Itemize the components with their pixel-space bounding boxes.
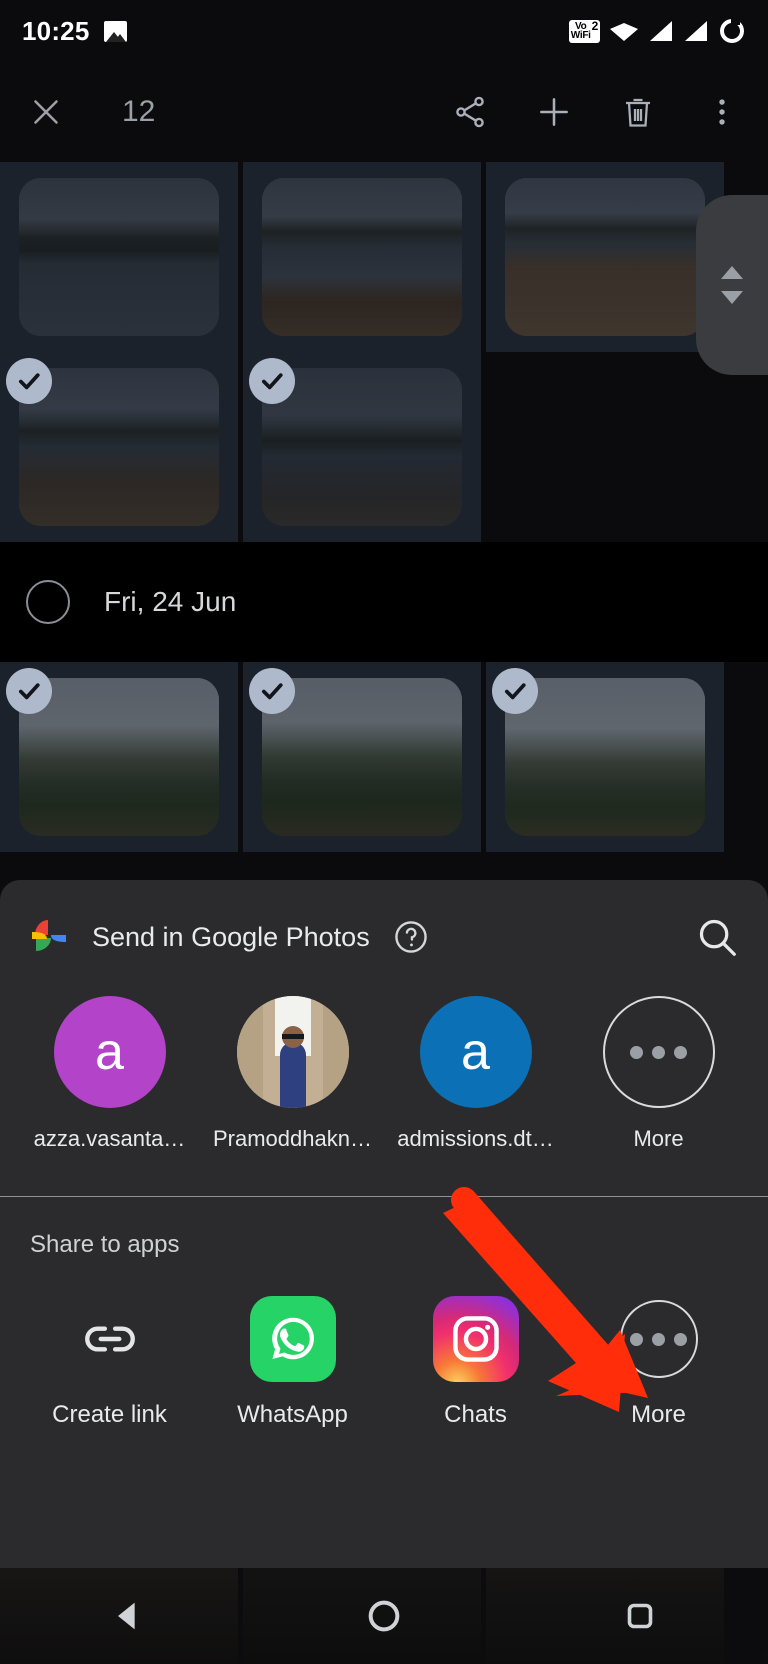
share-sheet-title: Send in Google Photos [92,921,370,952]
link-icon [64,1293,156,1385]
app-label: WhatsApp [237,1401,348,1428]
photo-thumbnail [505,178,705,336]
share-to-apps-more-button[interactable]: More [567,1293,750,1429]
selected-check-icon[interactable] [249,668,295,714]
plus-icon[interactable] [534,92,574,132]
share-sheet: Send in Google Photos a azza.vasanta… Pr… [0,880,768,1568]
battery-icon [720,17,744,43]
trash-icon[interactable] [618,92,658,132]
avatar-letter: a [461,1023,490,1081]
photo-tile[interactable] [0,162,238,352]
app-label: Create link [52,1401,167,1428]
contacts-more-button[interactable]: More [567,996,750,1152]
recents-square-icon[interactable] [594,1570,686,1662]
more-horizontal-icon [613,1293,705,1385]
photo-thumbnail [262,178,462,336]
status-clock: 10:25 [22,15,90,46]
contact-label: Pramoddhakn… [213,1126,372,1151]
photo-grid[interactable]: Fri, 24 Jun [0,162,768,852]
photo-tile[interactable] [486,162,724,352]
photo-tile-selected[interactable] [486,662,724,852]
avatar: a [419,996,532,1108]
contact-chip[interactable]: a azza.vasanta… [18,996,201,1152]
photo-tile[interactable] [243,162,481,352]
navigation-bar [0,1568,768,1664]
status-bar: 10:25 Vo WiFi 2 [0,0,768,62]
volte-sim: 2 [591,18,599,33]
share-to-apps-title: Share to apps [30,1231,180,1258]
share-sheet-header: Send in Google Photos [0,880,768,960]
photo-row [0,352,768,542]
date-header-label: Fri, 24 Jun [104,586,237,617]
selected-check-icon[interactable] [6,668,52,714]
signal-2-icon [685,21,707,41]
back-triangle-icon[interactable] [82,1570,174,1662]
create-link-button[interactable]: Create link [18,1293,201,1429]
volte-wifi-icon: Vo WiFi 2 [568,18,600,43]
avatar-letter: a [95,1023,124,1081]
selection-toolbar: 12 [0,62,768,162]
signal-1-icon [650,21,672,41]
avatar: a [53,996,166,1108]
volte-sub: WiFi [570,30,591,41]
chats-button[interactable]: Chats [384,1293,567,1429]
photo-tile-selected[interactable] [243,662,481,852]
app-label: More [631,1401,686,1428]
contact-label: admissions.dt… [397,1126,554,1151]
photo-tile-selected[interactable] [0,352,238,542]
photo-tile-selected[interactable] [0,662,238,852]
contact-chip[interactable]: Pramoddhakn… [201,996,384,1152]
date-header[interactable]: Fri, 24 Jun [0,542,768,662]
contact-chip[interactable]: a admissions.dt… [384,996,567,1152]
phone-screen: 10:25 Vo WiFi 2 12 Fri, 24 Jun Send in G… [0,0,768,1664]
wifi-icon [610,23,638,41]
whatsapp-button[interactable]: WhatsApp [201,1293,384,1429]
search-icon[interactable] [694,914,740,960]
more-horizontal-icon [602,996,715,1108]
close-icon[interactable] [26,92,66,132]
whatsapp-icon [247,1293,339,1385]
google-photos-icon [28,916,70,958]
more-vertical-icon[interactable] [702,92,742,132]
photo-row [0,662,768,852]
help-circle-icon[interactable] [392,918,430,956]
app-label: Chats [444,1401,507,1428]
selected-check-icon[interactable] [249,358,295,404]
selection-count: 12 [122,95,156,128]
photo-tile-empty [486,352,724,542]
photo-row [0,162,768,352]
fast-scroll-thumb[interactable] [696,195,768,375]
contact-label: azza.vasanta… [33,1126,186,1151]
chevron-up-icon [721,266,743,279]
chevron-down-icon [721,291,743,304]
home-circle-icon[interactable] [338,1570,430,1662]
photo-icon [103,20,127,42]
contact-label: More [633,1126,684,1151]
photo-thumbnail [19,178,219,336]
share-to-apps-row: Create link WhatsApp Chats More [0,1259,768,1429]
selected-check-icon[interactable] [492,668,538,714]
date-select-circle[interactable] [26,580,70,624]
selected-check-icon[interactable] [6,358,52,404]
share-icon[interactable] [450,92,490,132]
avatar [236,996,349,1108]
photo-tile-selected[interactable] [243,352,481,542]
instagram-icon [430,1293,522,1385]
direct-share-contacts: a azza.vasanta… Pramoddhakn… a admission… [0,960,768,1152]
